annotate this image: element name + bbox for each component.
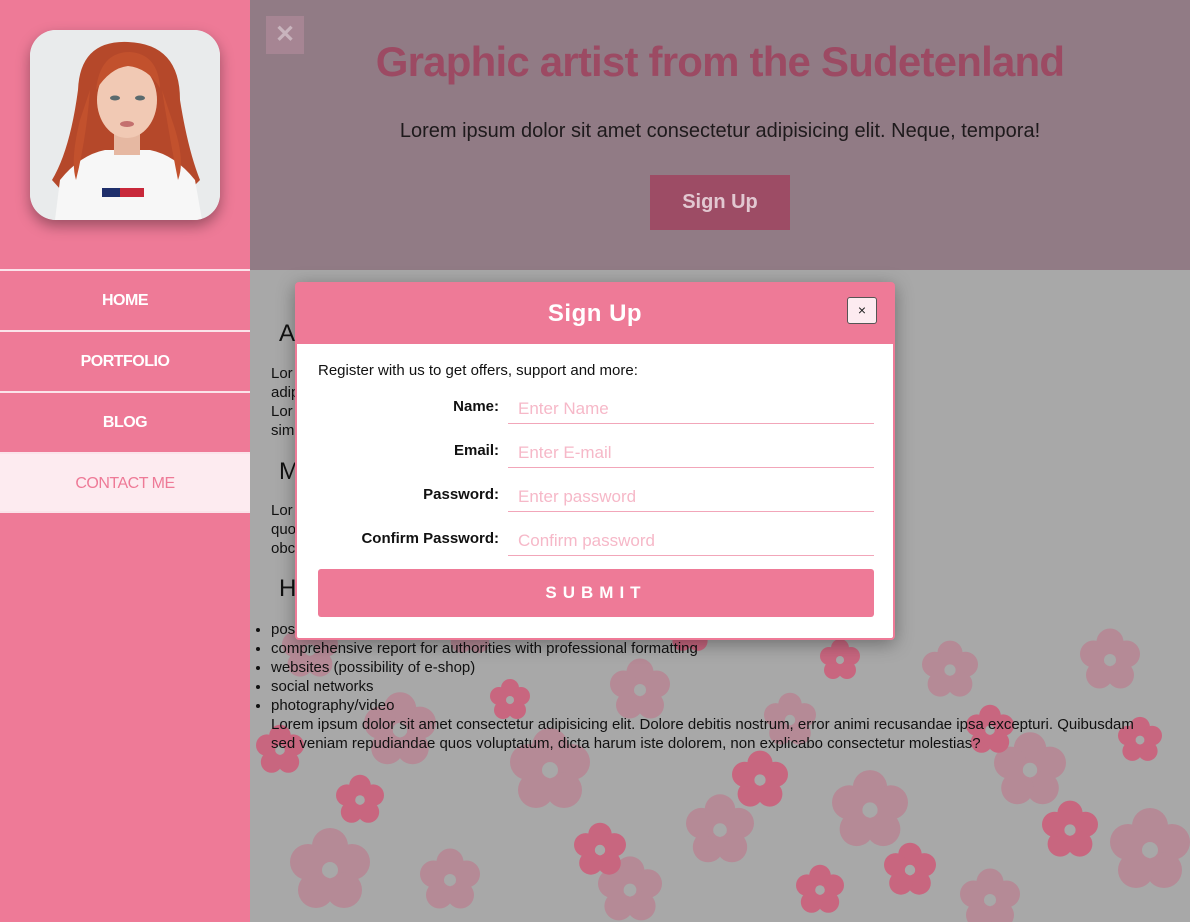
paragraph-line: sed veniam repudiandae quos voluptatum, … xyxy=(271,735,981,752)
nav-item-contact-me[interactable]: CONTACT ME xyxy=(0,452,250,513)
form-row-confirm-password: Confirm Password: xyxy=(297,526,897,556)
sidebar: HOME PORTFOLIO BLOG CONTACT ME xyxy=(0,0,250,922)
hero-subtitle: Lorem ipsum dolor sit amet consectetur a… xyxy=(399,120,1041,142)
nav-item-blog[interactable]: BLOG xyxy=(0,391,250,452)
modal-title: Sign Up xyxy=(547,300,643,327)
sign-up-modal: Sign Up × Register with us to get offers… xyxy=(295,282,895,640)
list-item: comprehensive report for authorities wit… xyxy=(271,639,698,658)
nav-item-home[interactable]: HOME xyxy=(0,269,250,330)
form-row-password: Password: xyxy=(297,482,897,512)
section-heading-about: A xyxy=(279,320,296,347)
list-item: websites (possibility of e-shop) xyxy=(271,658,698,677)
section-heading-h: H xyxy=(279,575,297,602)
password-field[interactable] xyxy=(508,482,874,512)
confirm-password-field[interactable] xyxy=(508,526,874,556)
hero-sign-up-button[interactable]: Sign Up xyxy=(650,175,790,230)
nav-item-portfolio[interactable]: PORTFOLIO xyxy=(0,330,250,391)
name-label: Name: xyxy=(453,398,499,415)
email-field[interactable] xyxy=(508,438,874,468)
hero-section: ✕ Graphic artist from the Sudetenland Lo… xyxy=(250,0,1190,270)
form-row-name: Name: xyxy=(297,394,897,424)
modal-header: Sign Up × xyxy=(297,284,893,344)
name-field[interactable] xyxy=(508,394,874,424)
email-label: Email: xyxy=(453,442,499,459)
page-title: Graphic artist from the Sudetenland xyxy=(375,38,1065,85)
list-item: photography/video xyxy=(271,696,698,715)
submit-button[interactable]: SUBMIT xyxy=(318,569,874,617)
modal-intro-text: Register with us to get offers, support … xyxy=(318,362,638,379)
confirm-password-label: Confirm Password: xyxy=(361,530,499,547)
main-nav: HOME PORTFOLIO BLOG CONTACT ME xyxy=(0,269,250,513)
form-row-email: Email: xyxy=(297,438,897,468)
paragraph-line: Lorem ipsum dolor sit amet consectetur a… xyxy=(271,716,1134,733)
modal-close-button[interactable]: × xyxy=(847,297,877,324)
profile-avatar xyxy=(30,30,220,220)
list-item: social networks xyxy=(271,677,698,696)
password-label: Password: xyxy=(423,486,499,503)
